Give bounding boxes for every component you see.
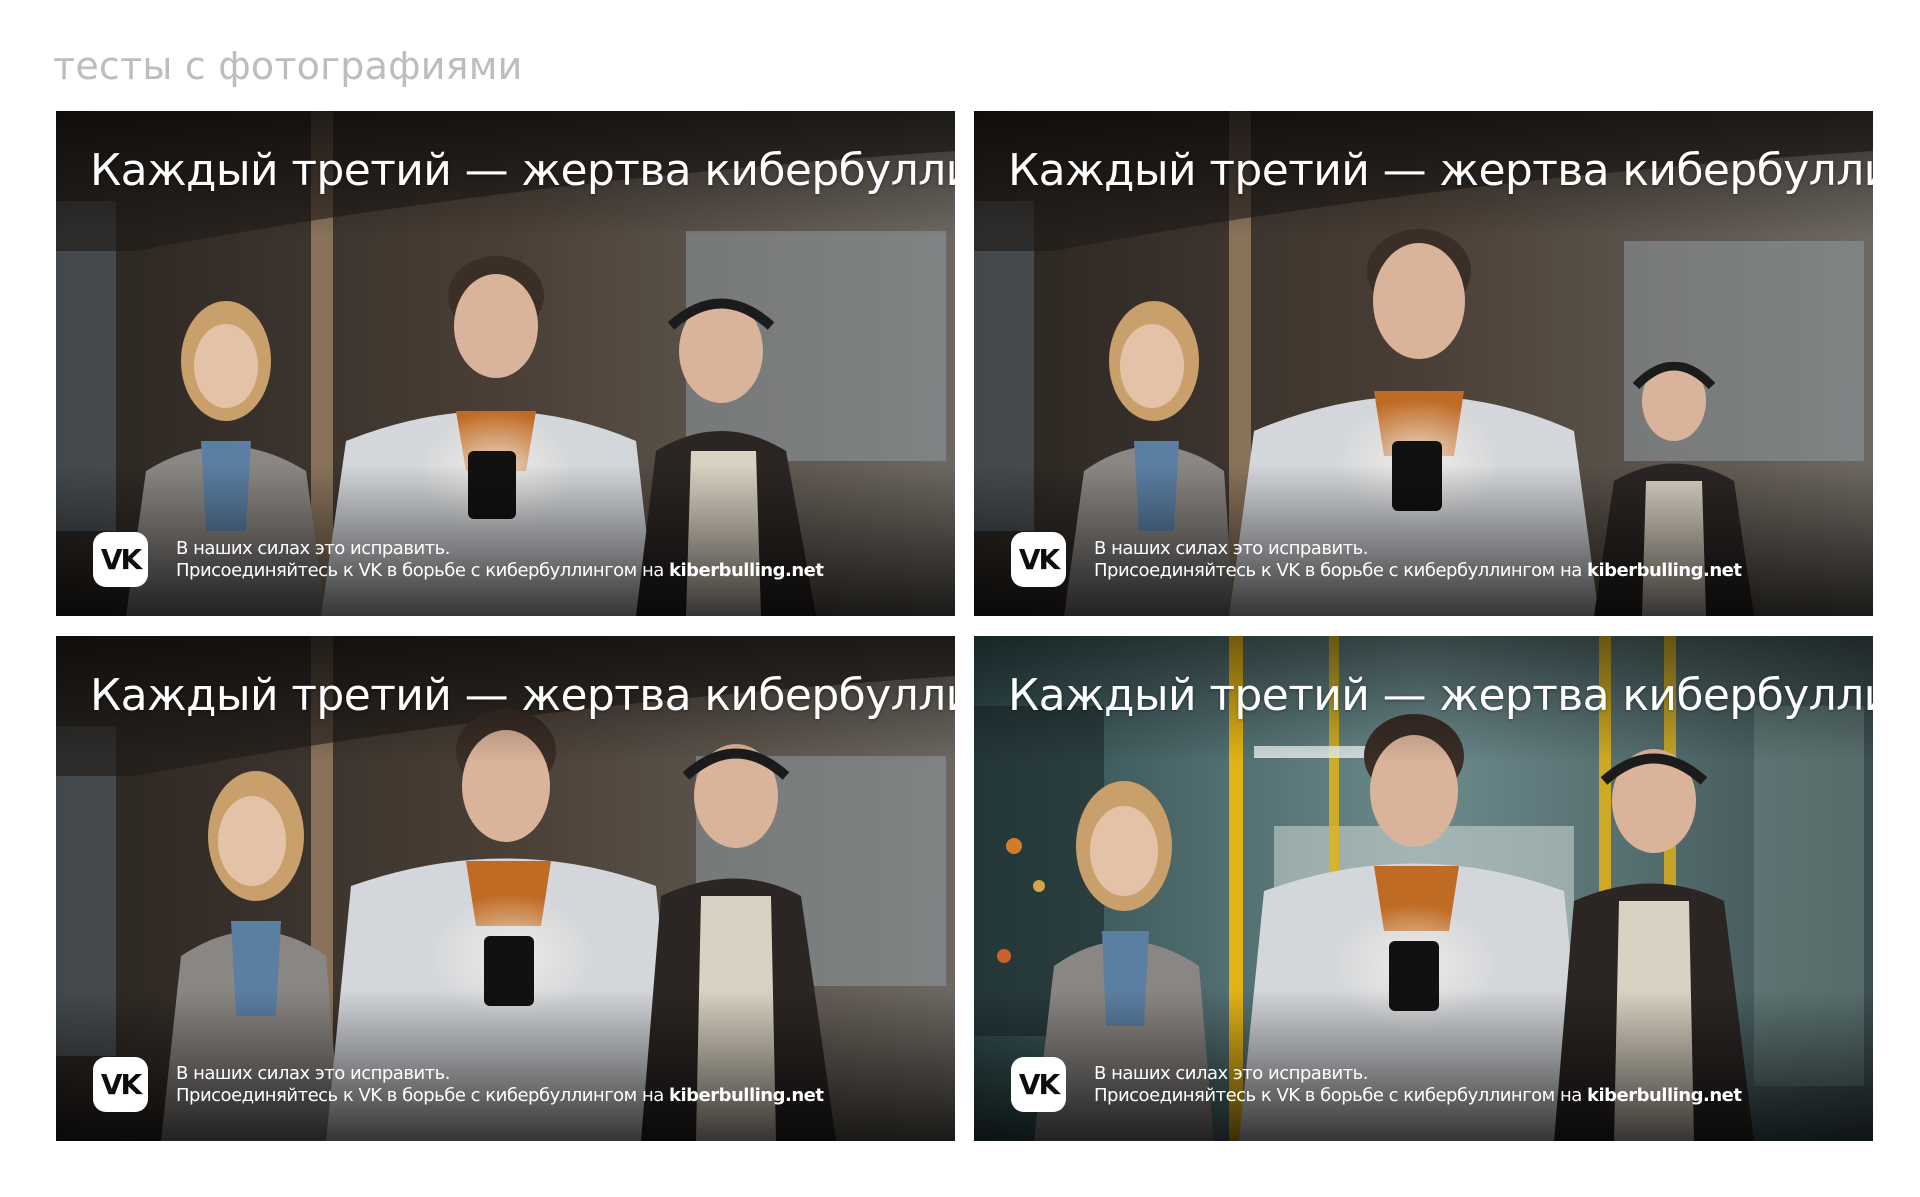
banner-4: Каждый третий — жертва кибербуллинга VK … xyxy=(974,636,1873,1141)
vk-logo-text: VK xyxy=(1018,543,1060,576)
banner-1: Каждый третий — жертва кибербуллинга VK … xyxy=(56,111,955,616)
cta-line-1: В наших силах это исправить. xyxy=(176,538,450,559)
cta-line-2: Присоединяйтесь к VK в борьбе с кибербул… xyxy=(1094,560,1587,581)
vk-logo-text: VK xyxy=(1018,1068,1060,1101)
banner-cta: В наших силах это исправить. Присоединяй… xyxy=(176,1063,824,1107)
vk-logo-text: VK xyxy=(100,543,142,576)
banner-3: Каждый третий — жертва кибербуллинга VK … xyxy=(56,636,955,1141)
banner-headline: Каждый третий — жертва кибербуллинга xyxy=(1008,670,1873,721)
cta-link: kiberbulling.net xyxy=(1586,560,1742,581)
banner-grid: Каждый третий — жертва кибербуллинга VK … xyxy=(56,111,1873,1141)
cta-line-1: В наших силах это исправить. xyxy=(1094,1063,1368,1084)
cta-link: kiberbulling.net xyxy=(668,1085,824,1106)
cta-line-1: В наших силах это исправить. xyxy=(1094,538,1368,559)
cta-line-1: В наших силах это исправить. xyxy=(176,1063,450,1084)
banner-2: Каждый третий — жертва кибербуллинга VK … xyxy=(974,111,1873,616)
cta-line-2: Присоединяйтесь к VK в борьбе с кибербул… xyxy=(176,560,669,581)
banner-headline: Каждый третий — жертва кибербуллинга xyxy=(1008,145,1873,196)
banner-cta: В наших силах это исправить. Присоединяй… xyxy=(176,538,824,582)
vk-logo-icon: VK xyxy=(93,532,148,587)
banner-cta: В наших силах это исправить. Присоединяй… xyxy=(1094,538,1742,582)
banner-cta: В наших силах это исправить. Присоединяй… xyxy=(1094,1063,1742,1107)
vk-logo-icon: VK xyxy=(93,1057,148,1112)
cta-line-2: Присоединяйтесь к VK в борьбе с кибербул… xyxy=(1094,1085,1587,1106)
vk-logo-icon: VK xyxy=(1011,1057,1066,1112)
vk-logo-icon: VK xyxy=(1011,532,1066,587)
page-heading: тесты с фотографиями xyxy=(53,44,523,88)
banner-headline: Каждый третий — жертва кибербуллинга xyxy=(90,145,955,196)
cta-line-2: Присоединяйтесь к VK в борьбе с кибербул… xyxy=(176,1085,669,1106)
banner-headline: Каждый третий — жертва кибербуллинга xyxy=(90,670,955,721)
cta-link: kiberbulling.net xyxy=(668,560,824,581)
vk-logo-text: VK xyxy=(100,1068,142,1101)
cta-link: kiberbulling.net xyxy=(1586,1085,1742,1106)
